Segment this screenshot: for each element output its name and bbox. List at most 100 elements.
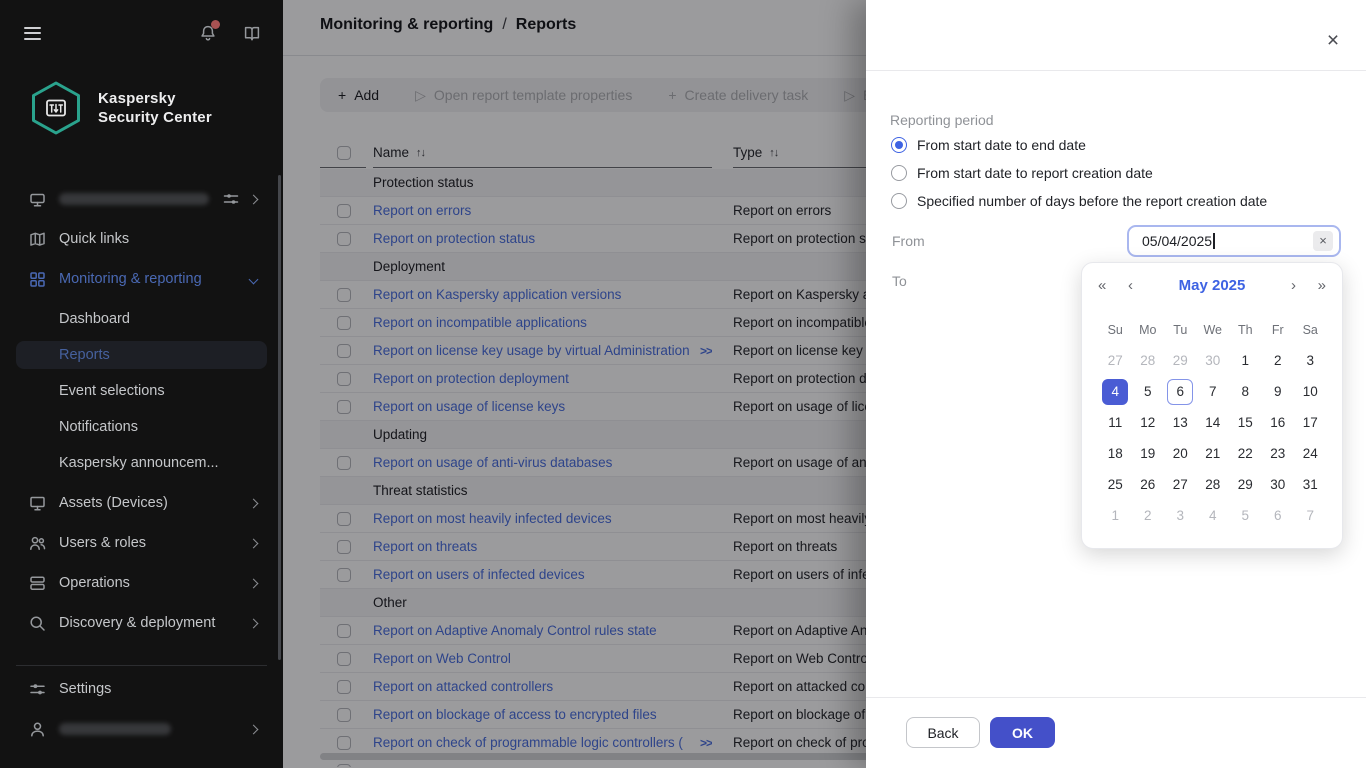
calendar-day[interactable]: 10 <box>1297 379 1323 405</box>
from-label: From <box>892 233 925 249</box>
to-label: To <box>892 273 907 289</box>
menu-toggle-icon[interactable] <box>24 27 41 40</box>
radio-days-before-creation[interactable]: Specified number of days before the repo… <box>891 193 1267 209</box>
calendar-day[interactable]: 9 <box>1265 379 1291 405</box>
clear-date-icon[interactable]: × <box>1313 231 1333 251</box>
sidebar-scrollbar[interactable] <box>278 175 281 660</box>
calendar-day[interactable]: 22 <box>1232 441 1258 467</box>
server-settings-icon[interactable] <box>222 190 240 208</box>
server-name-redacted <box>59 193 209 205</box>
calendar-day[interactable]: 1 <box>1102 503 1128 529</box>
calendar-day[interactable]: 2 <box>1135 503 1161 529</box>
calendar-day[interactable]: 11 <box>1102 410 1128 436</box>
calendar-day[interactable]: 2 <box>1265 348 1291 374</box>
chevron-right-icon <box>249 724 259 734</box>
sidebar-item-server[interactable] <box>16 185 267 213</box>
calendar-day[interactable]: 30 <box>1200 348 1226 374</box>
calendar-day[interactable]: 1 <box>1232 348 1258 374</box>
close-icon[interactable]: × <box>1322 30 1344 52</box>
sidebar-item-event-selections[interactable]: Event selections <box>16 377 267 405</box>
dim-overlay <box>283 0 866 768</box>
radio-label: From start date to report creation date <box>917 165 1153 181</box>
calendar-day[interactable]: 8 <box>1232 379 1258 405</box>
radio-start-to-creation[interactable]: From start date to report creation date <box>891 165 1153 181</box>
calendar-day[interactable]: 14 <box>1200 410 1226 436</box>
calendar-day[interactable]: 3 <box>1297 348 1323 374</box>
radio-icon[interactable] <box>891 165 907 181</box>
calendar-day[interactable]: 12 <box>1135 410 1161 436</box>
sidebar-item-kaspersky-announcements[interactable]: Kaspersky announcem... <box>16 449 267 477</box>
radio-label: Specified number of days before the repo… <box>917 193 1267 209</box>
calendar-day[interactable]: 27 <box>1167 472 1193 498</box>
calendar-day[interactable]: 27 <box>1102 348 1128 374</box>
calendar-day[interactable]: 28 <box>1200 472 1226 498</box>
calendar-day[interactable]: 13 <box>1167 410 1193 436</box>
panel-footer-divider <box>866 697 1366 698</box>
server-icon <box>28 190 47 209</box>
sidebar-item-user-account[interactable] <box>16 715 267 743</box>
person-icon <box>28 720 47 739</box>
sidebar-item-label: Reports <box>59 347 110 363</box>
calendar-day[interactable]: 7 <box>1200 379 1226 405</box>
sidebar-item-label: Settings <box>59 681 111 697</box>
chevron-down-icon <box>249 274 259 284</box>
sidebar-item-discovery-deployment[interactable]: Discovery & deployment <box>16 609 267 637</box>
notifications-bell-icon[interactable] <box>199 24 217 42</box>
month-year-label[interactable]: May 2025 <box>1082 273 1342 299</box>
calendar-day[interactable]: 31 <box>1297 472 1323 498</box>
radio-selected-icon[interactable] <box>891 137 907 153</box>
sidebar-item-quick-links[interactable]: Quick links <box>16 225 267 253</box>
calendar-day[interactable]: 6 <box>1265 503 1291 529</box>
calendar-day[interactable]: 16 <box>1265 410 1291 436</box>
calendar-day[interactable]: 24 <box>1297 441 1323 467</box>
calendar-day[interactable]: 3 <box>1167 503 1193 529</box>
sidebar-item-dashboard[interactable]: Dashboard <box>16 305 267 333</box>
calendar-day[interactable]: 17 <box>1297 410 1323 436</box>
prev-year-icon[interactable]: « <box>1098 273 1106 299</box>
chevron-right-icon <box>249 618 259 628</box>
sidebar-item-label: Users & roles <box>59 535 146 551</box>
app-logo: Kaspersky Security Center <box>28 80 283 136</box>
calendar-day[interactable]: 25 <box>1102 472 1128 498</box>
sidebar-item-operations[interactable]: Operations <box>16 569 267 597</box>
ok-button[interactable]: OK <box>990 717 1055 748</box>
calendar-day-today[interactable]: 6 <box>1167 379 1193 405</box>
calendar-day[interactable]: 5 <box>1232 503 1258 529</box>
reporting-period-label: Reporting period <box>890 112 994 128</box>
sidebar-item-label: Assets (Devices) <box>59 495 168 511</box>
radio-start-to-end[interactable]: From start date to end date <box>891 137 1086 153</box>
calendar-day[interactable]: 29 <box>1167 348 1193 374</box>
calendar-day[interactable]: 29 <box>1232 472 1258 498</box>
calendar-day[interactable]: 28 <box>1135 348 1161 374</box>
calendar-day[interactable]: 21 <box>1200 441 1226 467</box>
calendar-day[interactable]: 23 <box>1265 441 1291 467</box>
calendar-day[interactable]: 20 <box>1167 441 1193 467</box>
report-settings-panel: × Reporting period From start date to en… <box>866 0 1366 768</box>
help-book-icon[interactable] <box>243 24 261 42</box>
sidebar-item-reports[interactable]: Reports <box>16 341 267 369</box>
calendar-day[interactable]: 26 <box>1135 472 1161 498</box>
calendar-day[interactable]: 5 <box>1135 379 1161 405</box>
calendar-day[interactable]: 18 <box>1102 441 1128 467</box>
sidebar-item-monitoring-reporting[interactable]: Monitoring & reporting <box>16 265 267 293</box>
next-month-icon[interactable]: › <box>1291 273 1296 299</box>
calendar-day[interactable]: 19 <box>1135 441 1161 467</box>
calendar-day-selected[interactable]: 4 <box>1102 379 1128 405</box>
next-year-icon[interactable]: » <box>1318 273 1326 299</box>
calendar-day[interactable]: 15 <box>1232 410 1258 436</box>
calendar-day[interactable]: 7 <box>1297 503 1323 529</box>
sidebar-item-assets-devices[interactable]: Assets (Devices) <box>16 489 267 517</box>
sidebar-item-label: Monitoring & reporting <box>59 271 202 287</box>
back-button[interactable]: Back <box>906 717 980 748</box>
weekday-header: Su Mo Tu We Th Fr Sa <box>1082 299 1342 337</box>
sidebar-item-settings[interactable]: Settings <box>16 675 267 703</box>
prev-month-icon[interactable]: ‹ <box>1128 273 1133 299</box>
app-title: Kaspersky Security Center <box>98 89 212 127</box>
calendar-day[interactable]: 4 <box>1200 503 1226 529</box>
sidebar-item-notifications[interactable]: Notifications <box>16 413 267 441</box>
calendar-day[interactable]: 30 <box>1265 472 1291 498</box>
from-date-input[interactable]: 05/04/2025 × <box>1127 225 1341 257</box>
sidebar-item-users-roles[interactable]: Users & roles <box>16 529 267 557</box>
radio-icon[interactable] <box>891 193 907 209</box>
sidebar-item-label: Kaspersky announcem... <box>59 455 219 471</box>
